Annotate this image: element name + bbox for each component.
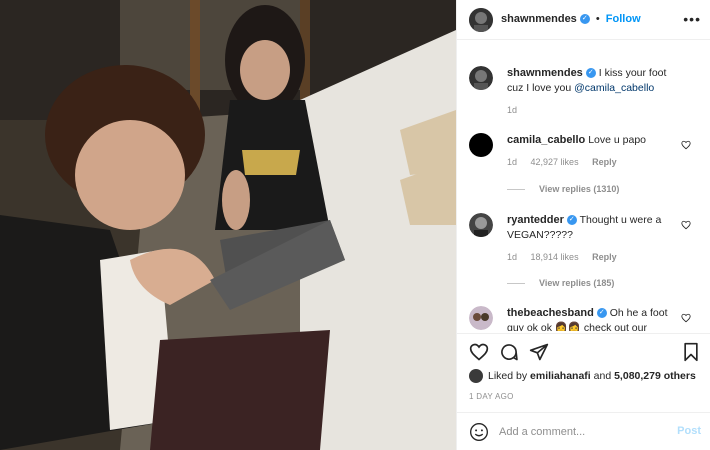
verified-icon: ✓ bbox=[596, 308, 607, 319]
liker-username[interactable]: emiliahanafi bbox=[530, 370, 591, 382]
comment-meta: 1d 18,914 likes Reply bbox=[507, 252, 628, 262]
post-side-panel: shawnmendes ✓ • Follow ••• shawnmendes ✓ I… bbox=[456, 0, 710, 450]
header-title: shawnmendes ✓ • Follow bbox=[501, 13, 641, 25]
comment-age[interactable]: 1d bbox=[507, 157, 517, 167]
comment-body: Love u papo bbox=[588, 134, 647, 146]
caption-mention[interactable]: @camila_cabello bbox=[574, 82, 654, 94]
heart-icon[interactable] bbox=[469, 342, 489, 362]
post-photo-image bbox=[0, 0, 456, 450]
likes-prefix: Liked by bbox=[488, 369, 531, 382]
commenter-avatar[interactable] bbox=[469, 213, 493, 237]
post-photo[interactable] bbox=[0, 0, 456, 450]
caption-text: shawnmendes ✓ I kiss your foot cuz I love… bbox=[507, 66, 682, 96]
heart-icon[interactable] bbox=[681, 313, 691, 323]
more-options-icon[interactable]: ••• bbox=[683, 12, 701, 26]
caption-avatar[interactable] bbox=[469, 66, 493, 90]
action-bar bbox=[457, 333, 710, 368]
bookmark-icon[interactable] bbox=[681, 342, 701, 362]
share-icon[interactable] bbox=[529, 342, 549, 362]
comment-text: ryantedder ✓ Thought u were a VEGAN????? bbox=[507, 213, 682, 243]
comment-text: thebeachesband ✓ Oh he a foot guy ok ok 👩… bbox=[507, 306, 682, 331]
post-button[interactable]: Post bbox=[677, 425, 701, 437]
post-timestamp[interactable]: 1 DAY AGO bbox=[469, 392, 514, 401]
reply-button[interactable]: Reply bbox=[592, 157, 617, 167]
commenter-avatar[interactable] bbox=[469, 133, 493, 157]
view-replies-button[interactable]: View replies (1310) bbox=[507, 184, 619, 194]
separator-dot: • bbox=[595, 13, 600, 25]
heart-icon[interactable] bbox=[681, 220, 691, 230]
author-avatar[interactable] bbox=[469, 8, 493, 32]
replies-divider bbox=[507, 189, 525, 191]
likes-and: and bbox=[590, 369, 615, 382]
commenter-avatar[interactable] bbox=[469, 306, 493, 330]
caption-username[interactable]: shawnmendes bbox=[507, 67, 583, 79]
liker-avatar[interactable] bbox=[469, 369, 483, 383]
heart-icon[interactable] bbox=[681, 140, 691, 150]
comment-username[interactable]: camila_cabello bbox=[507, 134, 585, 146]
comment-age[interactable]: 1d bbox=[507, 252, 517, 262]
view-replies-label: View replies (1310) bbox=[539, 184, 620, 194]
comment-username[interactable]: thebeachesband bbox=[507, 307, 594, 319]
comment-username[interactable]: ryantedder bbox=[507, 214, 564, 226]
view-replies-button[interactable]: View replies (185) bbox=[507, 278, 614, 288]
comments-list[interactable]: shawnmendes ✓ I kiss your foot cuz I love… bbox=[457, 41, 710, 331]
smile-icon[interactable] bbox=[469, 422, 489, 442]
comment-input[interactable] bbox=[499, 423, 669, 441]
comment-meta: 1d 42,927 likes Reply bbox=[507, 157, 628, 167]
comment-text: camila_cabello Love u papo bbox=[507, 133, 682, 148]
caption-meta: 1d bbox=[507, 105, 528, 115]
view-replies-label: View replies (185) bbox=[539, 278, 615, 288]
post-header: shawnmendes ✓ • Follow ••• bbox=[457, 0, 710, 40]
likes-summary: Liked by emiliahanafi and 5,080,279 othe… bbox=[469, 369, 696, 383]
verified-icon: ✓ bbox=[579, 14, 590, 25]
follow-button[interactable]: Follow bbox=[606, 13, 641, 25]
comment-likes[interactable]: 42,927 likes bbox=[531, 157, 579, 167]
add-comment-bar: Post bbox=[457, 412, 710, 450]
reply-button[interactable]: Reply bbox=[592, 252, 617, 262]
likes-count[interactable]: 5,080,279 others bbox=[614, 370, 696, 382]
comment-likes[interactable]: 18,914 likes bbox=[531, 252, 579, 262]
verified-icon: ✓ bbox=[566, 215, 577, 226]
caption-age[interactable]: 1d bbox=[507, 105, 517, 115]
author-username[interactable]: shawnmendes bbox=[501, 13, 577, 25]
verified-icon: ✓ bbox=[585, 68, 596, 79]
replies-divider bbox=[507, 283, 525, 285]
comment-icon[interactable] bbox=[499, 342, 519, 362]
